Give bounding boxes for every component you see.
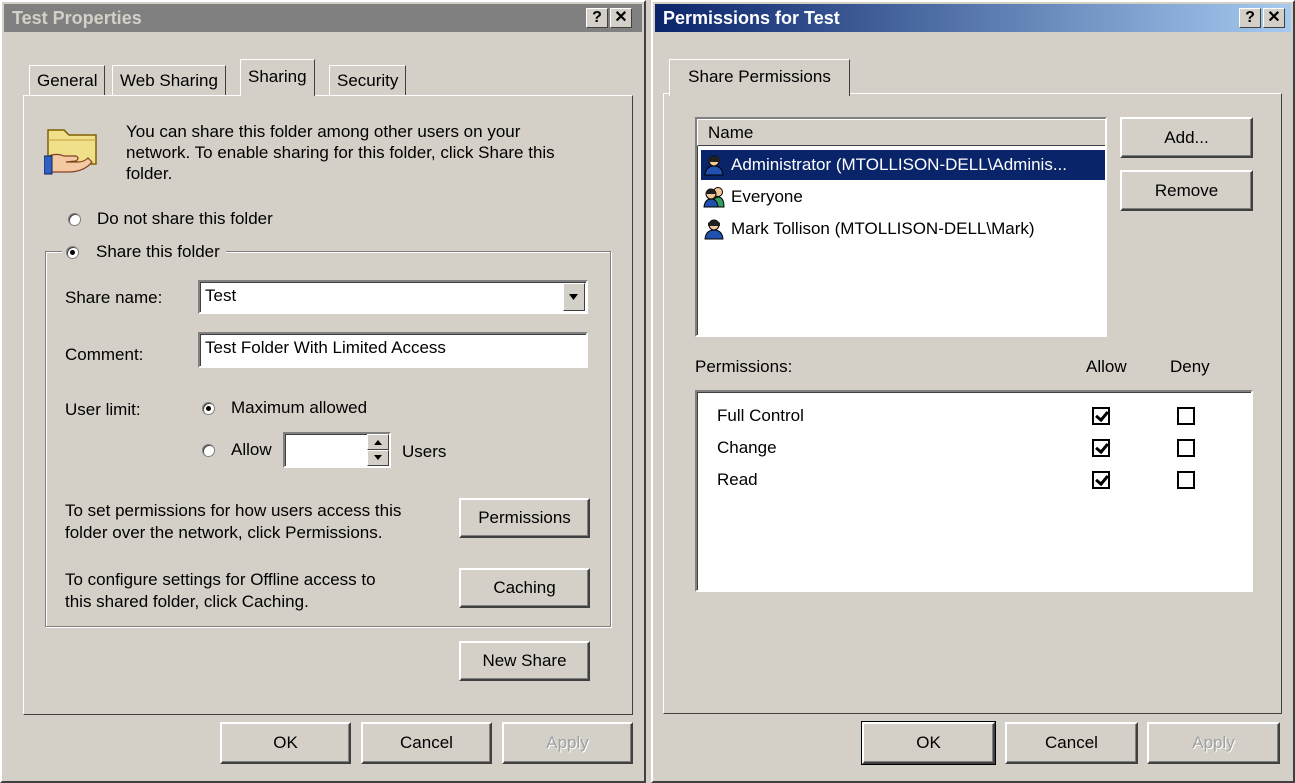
permission-row-change: Change: [697, 434, 1251, 464]
intro-text-line3: folder.: [126, 164, 173, 183]
deny-column-header: Deny: [1170, 357, 1210, 376]
tab-web-sharing[interactable]: Web Sharing: [112, 65, 226, 96]
do-not-share-label: Do not share this folder: [97, 209, 273, 228]
maximum-allowed-label: Maximum allowed: [231, 398, 368, 417]
chevron-down-icon: [569, 294, 578, 300]
share-name-combobox[interactable]: Test: [198, 280, 588, 314]
close-button[interactable]: ✕: [1263, 8, 1285, 28]
permissions-text-line1: To set permissions for how users access …: [65, 501, 402, 520]
tab-general[interactable]: General: [29, 65, 106, 96]
apply-button[interactable]: Apply: [1147, 722, 1280, 764]
allow-column-header: Allow: [1086, 357, 1127, 376]
remove-button[interactable]: Remove: [1120, 170, 1253, 211]
help-button[interactable]: ?: [586, 8, 608, 28]
permission-row-read: Read: [697, 466, 1251, 496]
user-count-spinner[interactable]: [367, 434, 389, 466]
change-allow-checkbox[interactable]: [1092, 439, 1110, 457]
full-control-allow-checkbox[interactable]: [1092, 407, 1110, 425]
maximum-allowed-radio[interactable]: [202, 402, 215, 415]
spin-down-icon: [374, 455, 382, 460]
allow-label: Allow: [231, 440, 272, 459]
window-title: Permissions for Test: [663, 8, 840, 28]
comment-value: Test Folder With Limited Access: [205, 338, 446, 357]
share-this-folder-legend: Share this folder: [62, 239, 226, 265]
user-row-everyone[interactable]: Everyone: [701, 182, 1105, 212]
user-count-input[interactable]: [283, 432, 391, 468]
sharing-tab-panel: You can share this folder among other us…: [23, 95, 633, 715]
spin-up-button[interactable]: [367, 434, 389, 450]
allow-users-radio[interactable]: [202, 444, 215, 457]
permissions-text-line2: folder over the network, click Permissio…: [65, 523, 383, 542]
title-bar[interactable]: Permissions for Test ? ✕: [655, 4, 1291, 32]
share-this-folder-radio[interactable]: [66, 246, 79, 259]
permissions-list: Full Control Change Read: [695, 390, 1253, 592]
user-row-mark-tollison[interactable]: Mark Tollison (MTOLLISON-DELL\Mark): [701, 214, 1105, 244]
title-bar[interactable]: Test Properties ? ✕: [4, 4, 642, 32]
comment-label: Comment:: [65, 345, 144, 364]
tab-sharing[interactable]: Sharing: [240, 59, 315, 96]
permissions-window: Permissions for Test ? ✕ Share Permissio…: [651, 0, 1295, 783]
read-allow-checkbox[interactable]: [1092, 471, 1110, 489]
user-limit-label: User limit:: [65, 400, 141, 419]
cancel-button[interactable]: Cancel: [361, 722, 492, 764]
close-button[interactable]: ✕: [610, 8, 632, 28]
apply-button[interactable]: Apply: [502, 722, 633, 764]
test-properties-window: Test Properties ? ✕ General Web Sharing …: [0, 0, 646, 783]
add-button[interactable]: Add...: [1120, 117, 1253, 158]
spin-up-icon: [374, 440, 382, 445]
permissions-button[interactable]: Permissions: [459, 498, 590, 538]
users-label: Users: [402, 442, 447, 461]
ok-button[interactable]: OK: [861, 721, 996, 765]
ok-button[interactable]: OK: [220, 722, 351, 764]
shared-folder-icon: [44, 129, 97, 175]
tab-security[interactable]: Security: [329, 65, 407, 96]
user-icon: [704, 155, 724, 176]
share-this-folder-label: Share this folder: [96, 242, 220, 261]
comment-input[interactable]: Test Folder With Limited Access: [198, 332, 588, 368]
permissions-label: Permissions:: [695, 357, 793, 376]
user-icon: [704, 219, 724, 240]
caching-text-line1: To configure settings for Offline access…: [65, 570, 376, 589]
do-not-share-radio[interactable]: [68, 213, 81, 226]
dropdown-button[interactable]: [563, 283, 585, 311]
tab-share-permissions[interactable]: Share Permissions: [669, 59, 850, 96]
permission-row-full-control: Full Control: [697, 402, 1251, 432]
cancel-button[interactable]: Cancel: [1005, 722, 1138, 764]
spin-down-button[interactable]: [367, 450, 389, 466]
name-column-header[interactable]: Name: [697, 119, 1105, 146]
user-list[interactable]: Name Administrator (MTOLLISON-DELL\Admin…: [695, 117, 1107, 337]
share-permissions-panel: Name Administrator (MTOLLISON-DELL\Admin…: [663, 93, 1282, 714]
window-title: Test Properties: [12, 8, 142, 28]
group-icon: [703, 187, 725, 208]
caching-text-line2: this shared folder, click Caching.: [65, 592, 309, 611]
share-name-label: Share name:: [65, 288, 163, 307]
intro-text-line1: You can share this folder among other us…: [126, 122, 521, 141]
new-share-button[interactable]: New Share: [459, 641, 590, 681]
intro-text-line2: network. To enable sharing for this fold…: [126, 143, 555, 162]
user-row-administrator[interactable]: Administrator (MTOLLISON-DELL\Adminis...: [701, 150, 1105, 180]
caching-button[interactable]: Caching: [459, 568, 590, 608]
share-name-value: Test: [205, 286, 237, 305]
full-control-deny-checkbox[interactable]: [1177, 407, 1195, 425]
change-deny-checkbox[interactable]: [1177, 439, 1195, 457]
help-button[interactable]: ?: [1239, 8, 1261, 28]
read-deny-checkbox[interactable]: [1177, 471, 1195, 489]
